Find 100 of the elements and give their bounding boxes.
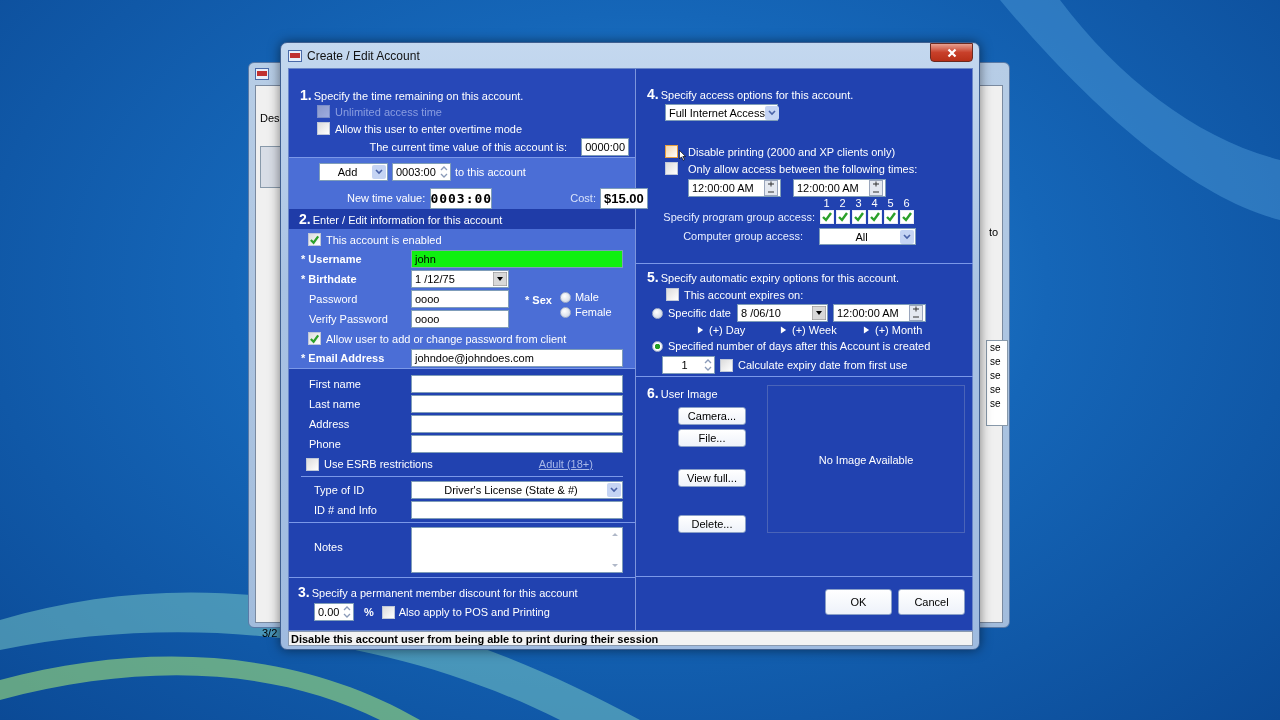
new-time-field: 0003:00 xyxy=(430,187,493,209)
tab-label[interactable]: Des xyxy=(260,112,280,124)
dialog-button[interactable]: Cancel xyxy=(898,589,965,615)
image-button[interactable]: Camera... xyxy=(678,407,746,425)
checkbox-label: This account is enabled xyxy=(326,233,442,246)
group-number: 6 xyxy=(903,197,910,210)
field-label: Phone xyxy=(308,438,342,450)
checkbox-label: Disable printing (2000 and XP clients only) xyxy=(688,145,896,158)
close-button[interactable] xyxy=(930,43,973,62)
field-label: New time value: xyxy=(347,192,426,204)
checkbox-label: Allow this user to enter overtime mode xyxy=(335,122,523,135)
text-field[interactable] xyxy=(411,395,623,413)
spin-icon xyxy=(869,180,883,196)
field-label: Password xyxy=(308,293,359,305)
chevron-icon xyxy=(372,165,386,179)
section-number: 4. xyxy=(647,86,659,102)
scrollbar-arrows xyxy=(611,530,619,570)
list-item[interactable]: se xyxy=(987,341,1007,355)
radio-label: Specific date xyxy=(668,307,732,319)
time-value-field[interactable]: 0000:00 xyxy=(581,138,629,156)
field-label: * Birthdate xyxy=(301,273,358,285)
radio-label: Male xyxy=(574,291,599,303)
section-title: Specify access options for this account. xyxy=(660,89,854,101)
radio-button[interactable] xyxy=(559,291,571,303)
text-field[interactable] xyxy=(411,415,623,433)
image-button[interactable]: View full... xyxy=(678,469,746,487)
field-label: * Sex xyxy=(525,294,552,308)
field-label: Type of ID xyxy=(313,484,366,496)
list-item[interactable]: se xyxy=(987,369,1007,383)
days-spinner[interactable]: 1 xyxy=(662,356,715,374)
spin-icon xyxy=(764,180,778,196)
field-label: ID # and Info xyxy=(313,504,378,516)
radio-button[interactable] xyxy=(652,307,663,319)
password-field[interactable]: oooo xyxy=(411,290,509,308)
section-title: User Image xyxy=(660,388,718,400)
date-text: 3/2 xyxy=(262,627,278,639)
checkbox[interactable] xyxy=(666,288,679,301)
group-number: 5 xyxy=(887,197,894,210)
amount-spinner[interactable]: 0003:00 xyxy=(392,163,451,181)
password-field[interactable]: oooo xyxy=(411,310,509,328)
email-field[interactable]: johndoe@johndoes.com xyxy=(411,349,623,367)
radio-button[interactable] xyxy=(652,340,663,352)
rating-link[interactable]: Adult (18+) xyxy=(538,458,593,470)
field-label: Verify Password xyxy=(308,313,389,325)
id-info-field[interactable] xyxy=(411,501,623,519)
radio-button[interactable] xyxy=(559,306,571,318)
cursor-icon xyxy=(679,150,686,161)
section-title: Specify a permanent member discount for this account xyxy=(311,587,578,599)
checkbox[interactable] xyxy=(308,332,321,345)
increment-button[interactable]: (+) Week xyxy=(780,323,863,336)
field-label: Computer group access: xyxy=(682,230,803,243)
checkbox-label: Also apply to POS and Printing xyxy=(398,606,550,618)
cost-field: $15.00 xyxy=(599,187,648,209)
time-picker[interactable]: 12:00:00 AM xyxy=(833,304,926,322)
notes-field[interactable] xyxy=(411,527,623,573)
list-item[interactable]: se xyxy=(987,355,1007,369)
increment-button[interactable]: (+) Day xyxy=(697,323,780,336)
checkbox[interactable] xyxy=(308,233,321,246)
play-icon xyxy=(697,325,704,334)
spin-icon xyxy=(909,305,923,321)
image-button[interactable]: File... xyxy=(678,429,746,447)
radio-label: Female xyxy=(574,306,612,318)
access-dropdown[interactable]: Full Internet Access xyxy=(665,104,778,121)
field-label: Specify program group access: xyxy=(662,211,815,224)
computer-group-dropdown[interactable]: All xyxy=(819,228,916,245)
image-button[interactable]: Delete... xyxy=(678,515,746,533)
date-dropdown[interactable]: 8 /06/10 xyxy=(737,304,828,322)
checkbox[interactable] xyxy=(381,605,395,619)
play-icon xyxy=(780,325,787,334)
app-icon xyxy=(288,49,302,62)
list-item[interactable]: se xyxy=(987,383,1007,397)
checkbox[interactable] xyxy=(665,162,678,175)
checkbox[interactable] xyxy=(665,145,678,158)
time-picker[interactable]: 12:00:00 AM xyxy=(793,179,886,197)
time-picker[interactable]: 12:00:00 AM xyxy=(688,179,781,197)
checkbox-label: This account expires on: xyxy=(684,288,804,301)
birthdate-dropdown[interactable]: 1 /12/75 xyxy=(411,270,509,288)
text-field[interactable] xyxy=(411,375,623,393)
checkbox-label: Only allow access between the following times: xyxy=(688,162,918,175)
field-label: Cost: xyxy=(570,192,596,204)
spin-icon xyxy=(342,604,352,620)
list-item[interactable]: se xyxy=(987,397,1007,411)
chevron-icon xyxy=(607,483,621,497)
increment-button[interactable]: (+) Month xyxy=(863,323,946,336)
checkbox[interactable] xyxy=(306,457,319,471)
chevron-icon xyxy=(900,229,914,244)
checkbox[interactable] xyxy=(720,358,733,372)
checkbox[interactable] xyxy=(317,122,330,135)
text-field[interactable] xyxy=(411,435,623,453)
field-label: * Username xyxy=(301,253,363,265)
dialog-button[interactable]: OK xyxy=(825,589,892,615)
checkbox-label: Allow user to add or change password from client xyxy=(326,332,567,345)
spin-icon xyxy=(703,357,713,373)
placeholder-text: No Image Available xyxy=(818,454,914,468)
discount-spinner[interactable]: 0.00 xyxy=(314,603,354,621)
dropdown-arrow-icon xyxy=(812,306,826,320)
username-field[interactable]: john xyxy=(411,250,623,268)
section-title: Specify the time remaining on this account. xyxy=(313,90,524,102)
action-dropdown[interactable]: Add xyxy=(319,163,388,181)
id-type-dropdown[interactable]: Driver's License (State & #) xyxy=(411,481,623,499)
